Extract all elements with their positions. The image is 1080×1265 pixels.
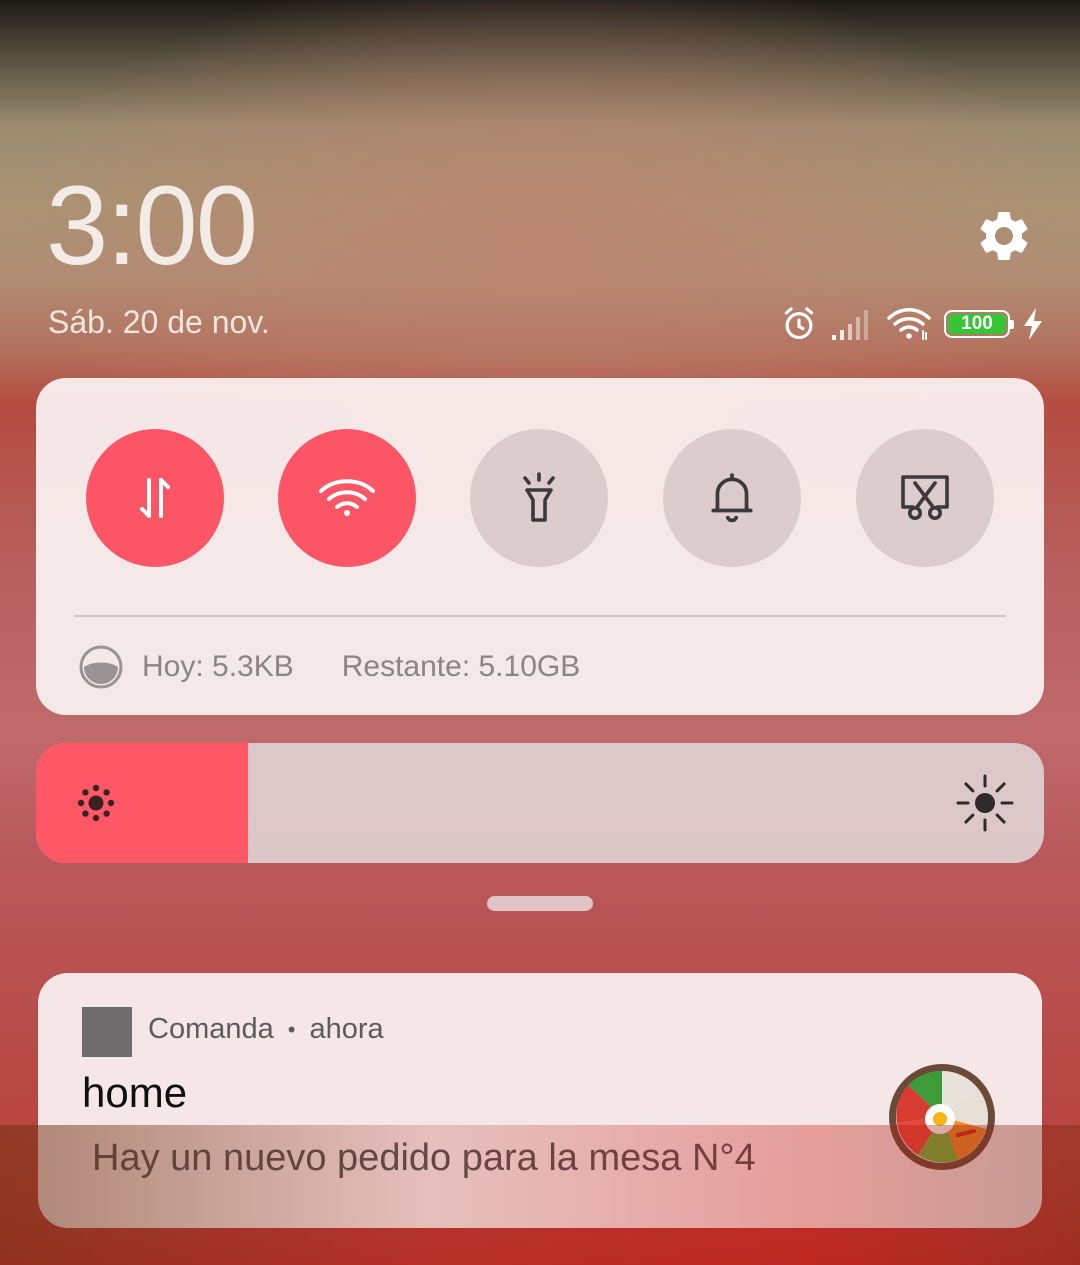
panel-drag-handle[interactable] bbox=[487, 896, 593, 911]
mobile-data-toggle[interactable] bbox=[86, 429, 224, 567]
notification-time: ahora bbox=[309, 1013, 384, 1045]
signal-icon bbox=[832, 310, 868, 340]
brightness-low-icon bbox=[77, 784, 115, 822]
quick-settings-panel: Hoy: 5.3KB Restante: 5.10GB bbox=[36, 378, 1044, 715]
flashlight-icon bbox=[523, 472, 555, 522]
charging-icon bbox=[1024, 308, 1042, 340]
scissors-screen-icon bbox=[901, 475, 949, 520]
notification-header: Comanda • ahora bbox=[148, 1013, 384, 1046]
wifi-icon bbox=[887, 308, 931, 340]
clock-time: 3:00 bbox=[46, 163, 258, 288]
divider bbox=[74, 615, 1006, 617]
brightness-level bbox=[36, 743, 248, 863]
notification-separator: • bbox=[287, 1016, 296, 1042]
sound-toggle[interactable] bbox=[663, 429, 801, 567]
data-today: Hoy: 5.3KB bbox=[142, 650, 294, 683]
data-remaining: Restante: 5.10GB bbox=[341, 650, 581, 683]
clock-date: Sáb. 20 de nov. bbox=[48, 304, 270, 340]
battery-level: 100 bbox=[948, 313, 1006, 334]
notification-title: home bbox=[82, 1069, 188, 1116]
data-usage-icon bbox=[79, 645, 123, 689]
data-usage-row[interactable]: Hoy: 5.3KB Restante: 5.10GB bbox=[78, 644, 580, 690]
wifi-toggle[interactable] bbox=[278, 429, 416, 567]
notification-card[interactable]: Comanda • ahora home Hay un nuevo pedido… bbox=[38, 973, 1042, 1228]
battery-icon: 100 bbox=[944, 310, 1014, 338]
notification-app-name: Comanda bbox=[148, 1013, 274, 1045]
brightness-slider[interactable] bbox=[36, 743, 1044, 863]
notification-body: Hay un nuevo pedido para la mesa N°4 bbox=[92, 1137, 756, 1179]
status-bar: 100 bbox=[780, 304, 1044, 344]
brightness-high-icon bbox=[956, 774, 1014, 832]
gear-icon[interactable] bbox=[974, 206, 1034, 266]
wifi-icon bbox=[319, 479, 375, 516]
screenshot-toggle[interactable] bbox=[856, 429, 994, 567]
food-bowl-icon bbox=[889, 1064, 995, 1170]
flashlight-toggle[interactable] bbox=[470, 429, 608, 567]
alarm-icon bbox=[784, 307, 814, 340]
arrows-up-down-icon bbox=[140, 478, 170, 518]
bell-icon bbox=[711, 473, 753, 523]
app-icon bbox=[82, 1007, 132, 1057]
